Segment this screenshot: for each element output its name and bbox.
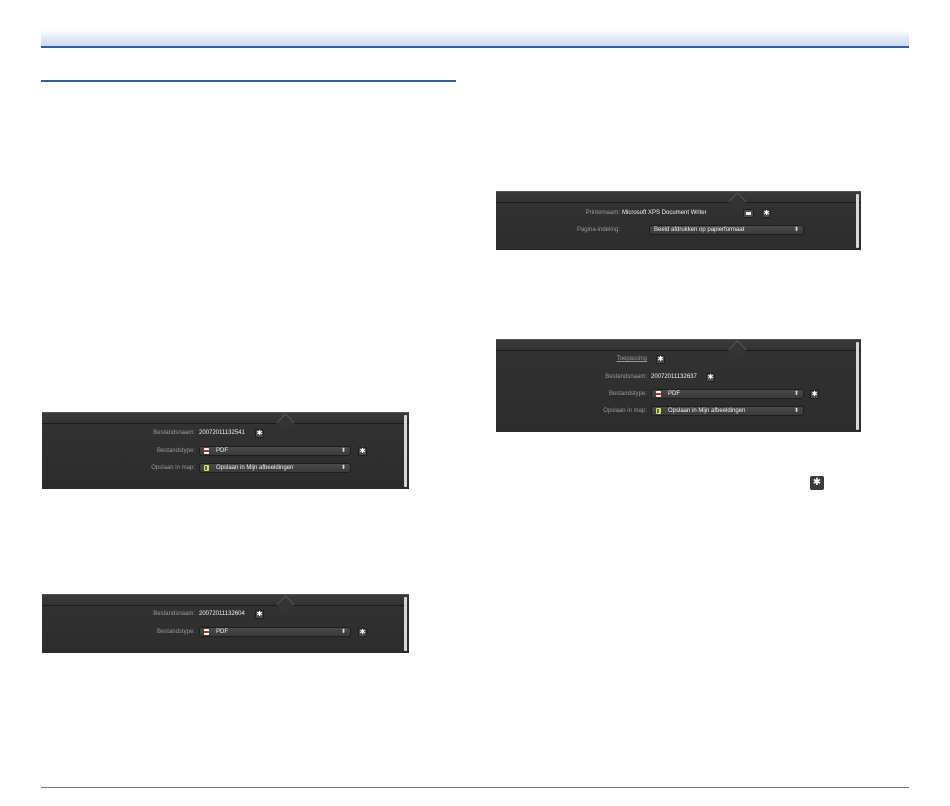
- filetype-row: Bestandstype:: [42, 445, 195, 457]
- save-folder-row: Opslaan in map:: [42, 462, 195, 474]
- printer-name-value: Microsoft XPS Document Writer: [622, 210, 707, 216]
- gear-icon[interactable]: ✱: [255, 610, 264, 619]
- panel-top-edge: [496, 202, 861, 203]
- page-layout-row: Pagina-indeling:: [496, 224, 620, 236]
- printer-settings-panel: Printernaam: Microsoft XPS Document Writ…: [496, 191, 861, 250]
- page-footer-rule: [41, 787, 909, 788]
- folder-icon: [656, 408, 661, 414]
- save-folder-label: Opslaan in map:: [603, 408, 647, 414]
- filetype-value: PDF: [668, 391, 680, 397]
- pdf-file-icon: [204, 448, 209, 454]
- panel-top-edge: [496, 350, 861, 351]
- filename-label: Bestandsnaam:: [153, 430, 195, 436]
- save-folder-select[interactable]: Opslaan in Mijn afbeeldingen ⬍: [651, 406, 804, 416]
- page-layout-label: Pagina-indeling:: [576, 227, 620, 233]
- panel-scrollbar[interactable]: [856, 194, 859, 248]
- filename-value: 20072011132604: [199, 611, 245, 617]
- gear-icon[interactable]: ✱: [810, 390, 819, 399]
- filename-label: Bestandsnaam:: [605, 374, 647, 380]
- panel-pointer: [728, 340, 747, 359]
- basic-save-panel: Bestandsnaam: 20072011132604 ✱ Bestandst…: [42, 594, 409, 653]
- filename-label: Bestandsnaam:: [153, 611, 195, 617]
- panel-pointer: [276, 595, 295, 614]
- filename-value: 20072011132541: [199, 430, 245, 436]
- page-header-band: [41, 30, 909, 48]
- filetype-label: Bestandstype:: [608, 391, 647, 397]
- dropdown-arrows-icon: ⬍: [340, 629, 346, 635]
- save-folder-value: Opslaan in Mijn afbeeldingen: [668, 408, 746, 414]
- save-folder-select[interactable]: Opslaan in Mijn afbeeldingen ⬍: [199, 463, 351, 473]
- printer-name-row: Printernaam:: [496, 207, 620, 219]
- filetype-select[interactable]: PDF ⬍: [651, 389, 804, 399]
- filetype-select[interactable]: PDF ⬍: [199, 446, 351, 456]
- printer-name-label: Printernaam:: [585, 210, 620, 216]
- filename-row: Bestandsnaam:: [42, 608, 195, 620]
- filetype-value: PDF: [216, 448, 228, 454]
- filetype-label: Bestandstype:: [156, 629, 195, 635]
- gear-icon[interactable]: ✱: [762, 209, 771, 218]
- save-settings-panel: Bestandsnaam: 20072011132541 ✱ Bestandst…: [42, 412, 409, 489]
- page-layout-value: Beeld afdrukken op papierformaat: [654, 227, 745, 233]
- dropdown-arrows-icon: ⬍: [793, 227, 799, 233]
- section-divider: [41, 80, 456, 82]
- save-folder-value: Opslaan in Mijn afbeeldingen: [216, 465, 294, 471]
- dropdown-arrows-icon: ⬍: [340, 448, 346, 454]
- gear-icon[interactable]: ✱: [255, 429, 264, 438]
- panel-scrollbar[interactable]: [856, 342, 859, 430]
- gear-icon: ✱: [810, 476, 824, 490]
- gear-icon[interactable]: ✱: [656, 355, 665, 364]
- panel-top-edge: [42, 423, 409, 424]
- application-row: Toepassing: [496, 353, 647, 365]
- pdf-file-icon: [656, 391, 661, 397]
- filename-value: 20072011132637: [651, 374, 697, 380]
- dropdown-arrows-icon: ⬍: [340, 465, 346, 471]
- folder-icon: [204, 465, 209, 471]
- filetype-select[interactable]: PDF ⬍: [199, 627, 351, 637]
- application-label: Toepassing: [616, 356, 647, 362]
- filename-row: Bestandsnaam:: [496, 371, 647, 383]
- save-folder-row: Opslaan in map:: [496, 405, 647, 417]
- filename-row: Bestandsnaam:: [42, 427, 195, 439]
- filetype-value: PDF: [216, 629, 228, 635]
- panel-top-edge: [42, 605, 409, 606]
- gear-icon[interactable]: ✱: [358, 447, 367, 456]
- dropdown-arrows-icon: ⬍: [793, 391, 799, 397]
- filetype-row: Bestandstype:: [496, 388, 647, 400]
- application-settings-panel: Toepassing ✱ Bestandsnaam: 2007201113263…: [496, 339, 861, 432]
- save-folder-label: Opslaan in map:: [151, 465, 195, 471]
- page-layout-select[interactable]: Beeld afdrukken op papierformaat ⬍: [649, 225, 804, 235]
- gear-icon[interactable]: ✱: [706, 373, 715, 382]
- gear-icon[interactable]: ✱: [358, 628, 367, 637]
- panel-scrollbar[interactable]: [404, 597, 407, 651]
- panel-scrollbar[interactable]: [404, 415, 407, 487]
- printer-icon[interactable]: [743, 209, 754, 218]
- dropdown-arrows-icon: ⬍: [793, 408, 799, 414]
- filetype-row: Bestandstype:: [42, 626, 195, 638]
- pdf-file-icon: [204, 629, 209, 635]
- panel-pointer: [728, 192, 747, 211]
- filetype-label: Bestandstype:: [156, 448, 195, 454]
- panel-pointer: [276, 413, 295, 432]
